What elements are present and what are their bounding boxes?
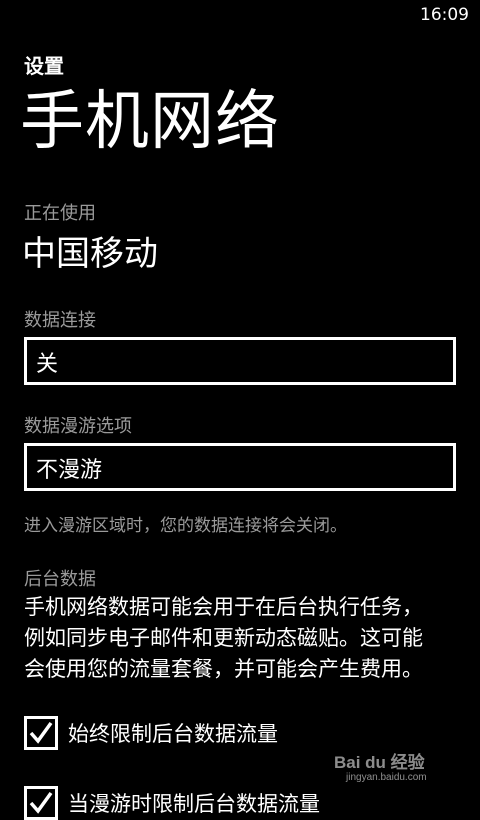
roaming-note: 进入漫游区域时，您的数据连接将会关闭。: [24, 516, 347, 536]
current-network-value: 中国移动: [22, 234, 158, 274]
roaming-value: 不漫游: [36, 458, 103, 483]
page-title: 手机网络: [20, 85, 280, 159]
description-line: 手机网络数据可能会用于在后台执行任务，: [24, 595, 423, 619]
description-line: 会使用您的流量套餐，并可能会产生费用。: [24, 657, 423, 681]
checkmark-icon: [29, 721, 53, 744]
description-line: 例如同步电子邮件和更新动态磁贴。这可能: [24, 626, 423, 650]
always-restrict-label: 始终限制后台数据流量: [68, 722, 278, 746]
background-data-label: 后台数据: [24, 569, 96, 590]
roaming-restrict-label: 当漫游时限制后台数据流量: [68, 792, 320, 816]
baidu-jingyan-watermark: Bai du 经验 jingyan.baidu.com: [334, 742, 454, 788]
current-network-label: 正在使用: [24, 203, 96, 224]
roaming-picker[interactable]: 不漫游: [24, 443, 456, 491]
data-connection-label: 数据连接: [24, 310, 96, 331]
watermark-logo: Bai du 经验: [334, 753, 425, 772]
status-bar: 16:09: [0, 0, 480, 32]
app-title: 设置: [24, 54, 64, 78]
background-data-description: 手机网络数据可能会用于在后台执行任务， 例如同步电子邮件和更新动态磁贴。这可能 …: [24, 592, 464, 685]
watermark-url: jingyan.baidu.com: [346, 772, 427, 783]
checkmark-icon: [29, 791, 53, 814]
data-connection-picker[interactable]: 关: [24, 337, 456, 385]
roaming-restrict-checkbox[interactable]: [24, 786, 58, 820]
data-connection-value: 关: [36, 352, 59, 377]
clock: 16:09: [420, 5, 469, 25]
always-restrict-checkbox[interactable]: [24, 716, 58, 750]
roaming-label: 数据漫游选项: [24, 416, 132, 437]
